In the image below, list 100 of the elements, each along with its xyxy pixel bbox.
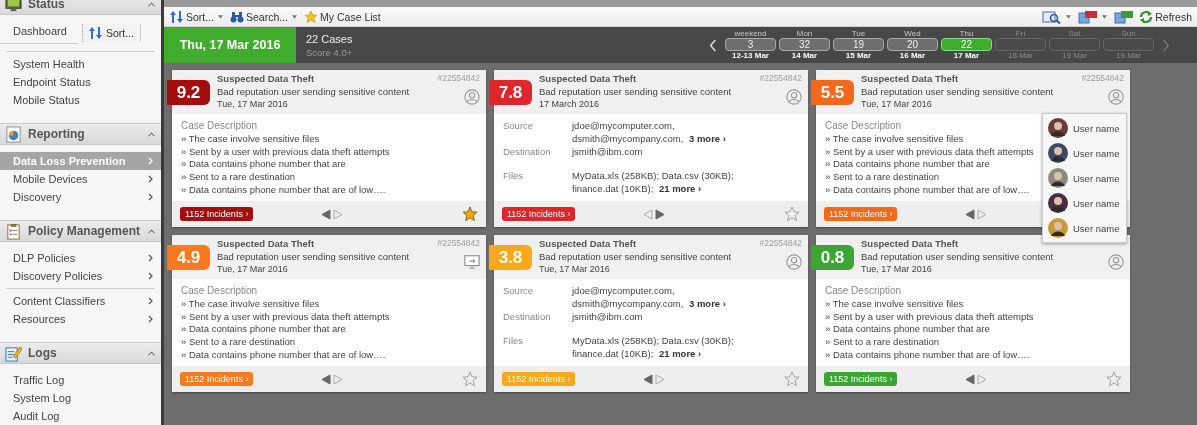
incidents-button[interactable]: 1152 Incidents ›	[180, 207, 254, 221]
toolbar-icon-button[interactable]	[1113, 9, 1136, 24]
user-menu-item[interactable]: User name	[1043, 193, 1126, 213]
case-date: Tue, 17 Mar 2016	[861, 98, 933, 111]
previous-arrow-icon[interactable]	[320, 208, 331, 220]
more-link[interactable]: 3 more ›	[689, 132, 726, 144]
more-link[interactable]: 21 more ›	[658, 183, 702, 195]
user-icon[interactable]	[1108, 89, 1124, 105]
sort-button[interactable]: Sort...	[82, 24, 141, 42]
field-value: finance.dat (10KB);	[572, 183, 654, 195]
description-line: » Sent to a rare destination	[825, 171, 940, 184]
previous-arrow-icon[interactable]	[964, 373, 975, 385]
nav-item[interactable]: Content Classifiers	[0, 292, 161, 310]
case-date: 17 March 2016	[539, 98, 601, 111]
incidents-button[interactable]: 1152 Incidents ›	[502, 207, 576, 221]
section-header[interactable]: Reporting	[0, 123, 161, 145]
user-menu-item[interactable]: User name	[1043, 168, 1126, 188]
description-line: » Sent by a user with previous data theft attempts	[825, 310, 1034, 324]
user-menu-item[interactable]: User name	[1043, 118, 1126, 138]
case-date: Tue, 17 Mar 2016	[861, 263, 933, 276]
case-count: 22 Cases	[306, 32, 354, 45]
field-label: Destination	[503, 310, 552, 324]
collapse-icon[interactable]	[148, 1, 155, 7]
star-icon[interactable]	[784, 206, 800, 222]
score-filter: Score 4.0+	[306, 46, 354, 58]
day-date: 16 Mar	[899, 51, 926, 61]
score-badge: 9.2	[167, 80, 210, 105]
star-icon[interactable]	[784, 371, 800, 387]
field-value: dsmith@mycompany.com,	[572, 297, 684, 309]
next-icon[interactable]	[1162, 38, 1170, 52]
toolbar-icon-button[interactable]	[1077, 9, 1100, 24]
collapse-icon[interactable]	[148, 350, 155, 356]
collapse-icon[interactable]	[148, 131, 155, 137]
description-line: » Data contains phone number that are	[181, 323, 346, 337]
nav-item[interactable]: Endpoint Status	[0, 73, 161, 91]
previous-arrow-icon[interactable]	[964, 208, 975, 220]
section-title: Status	[28, 0, 66, 11]
section-heading: Case Description	[181, 120, 258, 133]
more-link[interactable]: 21 more ›	[658, 348, 702, 360]
star-icon[interactable]	[462, 206, 478, 222]
toolbar-button[interactable]: Sort...	[169, 9, 215, 24]
dropdown-caret-icon[interactable]	[1102, 14, 1108, 19]
description-line: » The case involve sensitive files	[825, 297, 964, 311]
dropdown-caret-icon[interactable]	[1066, 14, 1072, 19]
previous-arrow-icon[interactable]	[642, 373, 653, 385]
refresh-button[interactable]: Refresh	[1138, 9, 1193, 24]
user-menu-item[interactable]: User name	[1043, 218, 1126, 238]
day-count-button[interactable]: 20	[887, 38, 938, 51]
more-link[interactable]: 3 more ›	[689, 297, 726, 309]
case-id: #22554842	[437, 73, 480, 83]
previous-arrow-icon[interactable]	[320, 373, 331, 385]
description-line: » Sent to a rare destination	[181, 336, 296, 349]
user-icon[interactable]	[786, 89, 802, 105]
section-header[interactable]: Status	[0, 0, 161, 15]
nav-item[interactable]: Mobile Status	[0, 91, 161, 109]
star-icon[interactable]	[462, 371, 478, 387]
previous-icon[interactable]	[709, 38, 717, 52]
nav-item[interactable]: DLP Policies	[0, 249, 161, 267]
user-icon[interactable]	[464, 89, 480, 105]
monitor-icon[interactable]	[464, 254, 480, 270]
nav-item[interactable]: Traffic Log	[0, 371, 161, 389]
toolbar-button[interactable]: My Case List	[303, 9, 382, 24]
case-title: Suspected Data Theft	[539, 73, 638, 86]
user-icon[interactable]	[786, 254, 802, 270]
field-label: Source	[503, 285, 535, 298]
nav-item[interactable]: Discovery Policies	[0, 267, 161, 285]
case-title: Suspected Data Theft	[539, 238, 638, 251]
nav-item[interactable]: System Health	[0, 55, 161, 73]
case-subtitle: Bad reputation user sending sensitive content	[861, 85, 1054, 98]
section-header[interactable]: Logs	[0, 342, 161, 364]
user-icon[interactable]	[1108, 254, 1124, 270]
user-menu-item[interactable]: User name	[1043, 143, 1126, 163]
case-title: Suspected Data Theft	[861, 238, 960, 251]
day-count-button[interactable]: 32	[779, 38, 830, 51]
nav-item[interactable]: Discovery	[0, 188, 161, 206]
nav-item[interactable]: Audit Log	[0, 407, 161, 425]
nav-item[interactable]: Dashboard	[0, 22, 78, 40]
description-line: » Sent to a rare destination	[825, 336, 940, 349]
avatar-icon	[1048, 193, 1068, 213]
description-line: » Data contains phone number that are of low….	[825, 349, 1030, 362]
field-value: dsmith@mycompany.com,	[572, 132, 684, 144]
csv-export-icon	[1114, 9, 1135, 24]
section-header[interactable]: Policy Management	[0, 220, 161, 242]
nav-item[interactable]: Mobile Devices	[0, 170, 161, 188]
day-count-button[interactable]: 19	[833, 38, 884, 51]
dropdown-caret-icon[interactable]	[218, 14, 223, 19]
next-arrow-icon[interactable]	[654, 208, 665, 220]
star-icon[interactable]	[1106, 371, 1122, 387]
case-date: Tue, 17 Mar 2016	[217, 98, 289, 111]
collapse-icon[interactable]	[148, 228, 155, 234]
dropdown-caret-icon[interactable]	[292, 14, 298, 19]
nav-item[interactable]: Resources	[0, 310, 161, 328]
toolbar-button[interactable]: Search...	[229, 9, 290, 24]
section-title: Policy Management	[28, 224, 142, 238]
day-count-button[interactable]: 3	[725, 38, 776, 51]
case-date: Tue, 17 Mar 2016	[539, 263, 611, 276]
binoculars-icon	[230, 9, 244, 24]
nav-item[interactable]: System Log	[0, 389, 161, 407]
field-value: jdoe@mycomputer.com,	[572, 120, 675, 131]
notepad-pencil-icon	[5, 344, 22, 362]
